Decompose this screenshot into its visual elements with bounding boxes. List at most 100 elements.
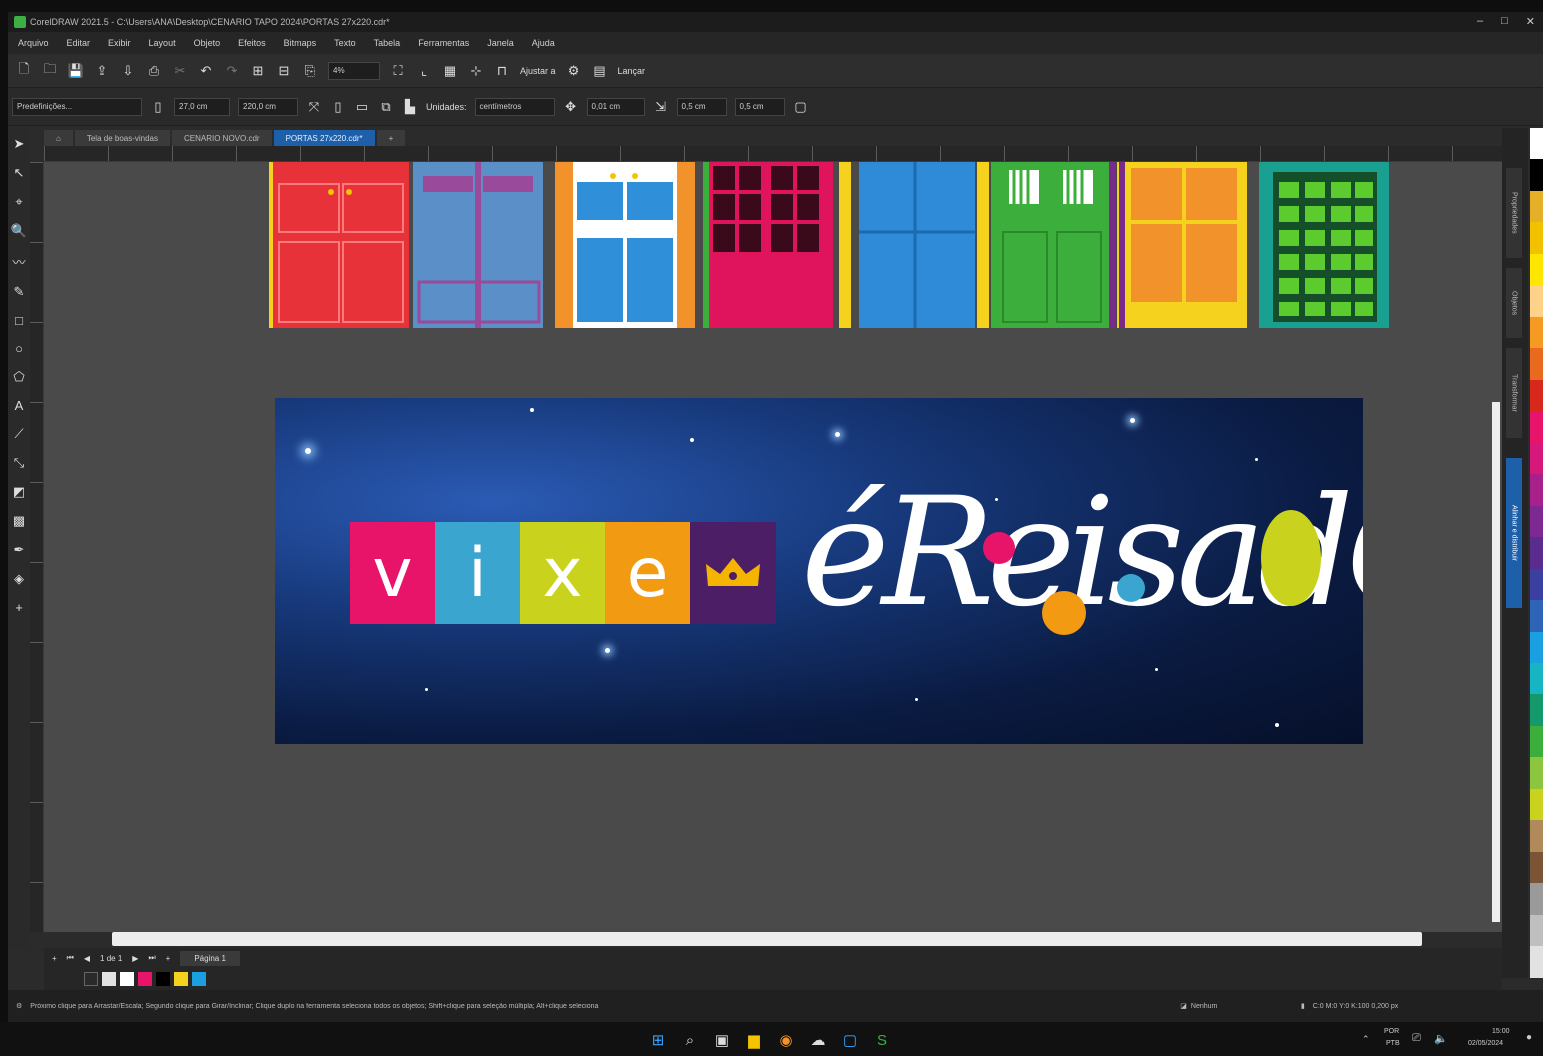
windows-start-icon[interactable]: ⊞ <box>648 1030 668 1050</box>
chrome-icon[interactable]: ◉ <box>776 1030 796 1050</box>
palette-swatch[interactable] <box>1530 316 1543 349</box>
volume-icon[interactable]: 🔈 <box>1434 1032 1448 1045</box>
palette-swatch[interactable] <box>1530 946 1543 978</box>
horizontal-scrollbar-thumb[interactable] <box>112 932 1422 946</box>
maximize-button[interactable]: □ <box>1501 15 1508 28</box>
swatch-white[interactable] <box>120 972 134 986</box>
text-tool-icon[interactable]: A <box>15 398 24 413</box>
zoom-level-select[interactable]: 4% <box>328 61 380 80</box>
palette-swatch[interactable] <box>1530 442 1543 475</box>
shape-tool-icon[interactable]: ↖ <box>14 165 25 181</box>
palette-swatch[interactable] <box>1530 379 1543 412</box>
new-document-icon[interactable]: 🗋 <box>16 61 32 79</box>
menu-file[interactable]: Arquivo <box>18 38 49 48</box>
fill-indicator-icon[interactable]: ◪ <box>1180 1002 1187 1010</box>
artistic-media-icon[interactable]: ✎ <box>14 284 25 300</box>
transparency-tool-icon[interactable]: ▩ <box>13 513 25 529</box>
upload-icon[interactable]: ⇪ <box>94 63 110 79</box>
clock-time[interactable]: 15:00 <box>1492 1028 1510 1035</box>
landscape-icon[interactable]: ▭ <box>354 99 370 115</box>
palette-swatch[interactable] <box>1530 883 1543 915</box>
lock-ratio-icon[interactable]: ⤧ <box>306 99 322 115</box>
menu-object[interactable]: Objeto <box>194 38 221 48</box>
page-height-field[interactable]: 220,0 cm <box>238 97 298 116</box>
menu-effects[interactable]: Efeitos <box>238 38 266 48</box>
clock-date[interactable]: 02/05/2024 <box>1468 1040 1503 1047</box>
launch-icon[interactable]: ▤ <box>592 63 608 79</box>
parallel-dimension-icon[interactable]: ⟋ <box>14 426 23 442</box>
add-page-icon[interactable]: + <box>52 954 57 963</box>
rectangle-tool-icon[interactable]: □ <box>15 313 23 328</box>
menu-table[interactable]: Tabela <box>374 38 401 48</box>
first-page-icon[interactable]: ⏮ <box>67 953 74 963</box>
search-icon[interactable]: ⌕ <box>680 1030 700 1050</box>
page-width-field[interactable]: 27,0 cm <box>174 97 230 116</box>
file-explorer-icon[interactable]: ▆ <box>744 1030 764 1050</box>
last-page-icon[interactable]: ⏭ <box>148 953 155 963</box>
swatch-magenta[interactable] <box>138 972 152 986</box>
palette-swatch[interactable] <box>1530 474 1543 506</box>
swatch-yellow[interactable] <box>174 972 188 986</box>
vertical-ruler[interactable] <box>30 162 44 932</box>
home-icon[interactable]: ⌂ <box>44 130 73 146</box>
doors-artwork[interactable] <box>269 162 1397 328</box>
add-page-end-icon[interactable]: + <box>166 954 171 963</box>
options-gear-icon[interactable]: ⚙ <box>566 63 582 79</box>
menu-tools[interactable]: Ferramentas <box>418 38 469 48</box>
palette-swatch[interactable] <box>1530 348 1543 380</box>
docker-tab-properties[interactable]: Propriedades <box>1506 168 1522 258</box>
palette-swatch[interactable] <box>1530 253 1543 286</box>
vixe-e-reisado-banner[interactable]: v i x e éReisadO <box>275 398 1363 744</box>
freehand-tool-icon[interactable]: 〰 <box>12 252 25 271</box>
cloud-app-icon[interactable]: ☁ <box>808 1030 828 1050</box>
palette-swatch[interactable] <box>1530 631 1543 663</box>
guidelines-icon[interactable]: ⊹ <box>468 63 484 79</box>
language-indicator[interactable]: POR <box>1384 1028 1399 1035</box>
network-icon[interactable]: ⎚ <box>1412 1032 1421 1045</box>
all-pages-icon[interactable]: ⧉ <box>378 99 394 115</box>
menu-layout[interactable]: Layout <box>149 38 176 48</box>
palette-swatch[interactable] <box>1530 568 1543 601</box>
interactive-fill-icon[interactable]: ◈ <box>14 571 24 587</box>
palette-swatch[interactable] <box>1530 851 1543 884</box>
palette-swatch[interactable] <box>1530 725 1543 758</box>
palette-swatch[interactable] <box>1530 159 1543 191</box>
print-icon[interactable]: ⎙ <box>146 63 162 79</box>
palette-swatch[interactable] <box>1530 190 1543 223</box>
menu-view[interactable]: Exibir <box>108 38 131 48</box>
palette-swatch[interactable] <box>1530 285 1543 317</box>
palette-swatch[interactable] <box>1530 914 1543 947</box>
rulers-icon[interactable]: ⌞ <box>416 63 432 79</box>
portrait-icon[interactable]: ▯ <box>330 99 346 115</box>
page-border-icon[interactable]: ▢ <box>793 99 809 115</box>
nudge-distance-field[interactable]: 0,01 cm <box>586 97 645 116</box>
duplicate-y-field[interactable]: 0,5 cm <box>734 97 785 116</box>
swatch-cyan[interactable] <box>192 972 206 986</box>
duplicate-x-field[interactable]: 0,5 cm <box>676 97 727 116</box>
docker-tab-transform[interactable]: Transformar <box>1506 348 1522 438</box>
polygon-tool-icon[interactable]: ⬠ <box>13 369 24 385</box>
swatch-white[interactable] <box>102 972 116 986</box>
notification-icon[interactable]: ● <box>1526 1032 1532 1043</box>
tab-welcome[interactable]: Tela de boas-vindas <box>74 130 170 146</box>
zoom-tool-icon[interactable]: 🔍 <box>11 223 27 239</box>
ellipse-tool-icon[interactable]: ○ <box>15 341 23 356</box>
vertical-scrollbar-thumb[interactable] <box>1492 402 1500 922</box>
palette-swatch[interactable] <box>1530 757 1543 789</box>
prev-page-icon[interactable]: ◀ <box>84 954 90 963</box>
drawing-canvas[interactable]: v i x e éReisadO <box>44 162 1502 932</box>
tray-chevron-icon[interactable]: ⌃ <box>1362 1034 1370 1045</box>
outline-indicator-icon[interactable]: ▮ <box>1301 1002 1305 1010</box>
page-tab[interactable]: Página 1 <box>180 950 240 966</box>
launch-dropdown[interactable]: Lançar <box>618 66 646 76</box>
export-icon[interactable]: ⊟ <box>276 63 292 79</box>
current-page-icon[interactable]: ▙ <box>402 99 418 115</box>
drop-shadow-icon[interactable]: ◩ <box>13 484 25 500</box>
palette-swatch[interactable] <box>1530 662 1543 695</box>
docker-tab-align[interactable]: Alinhar e distribuir <box>1506 458 1522 608</box>
import-icon[interactable]: ⊞ <box>250 63 266 79</box>
cut-icon[interactable]: ✂ <box>172 63 188 79</box>
download-icon[interactable]: ⇩ <box>120 63 136 79</box>
redo-icon[interactable]: ↷ <box>224 63 240 79</box>
menu-edit[interactable]: Editar <box>67 38 91 48</box>
